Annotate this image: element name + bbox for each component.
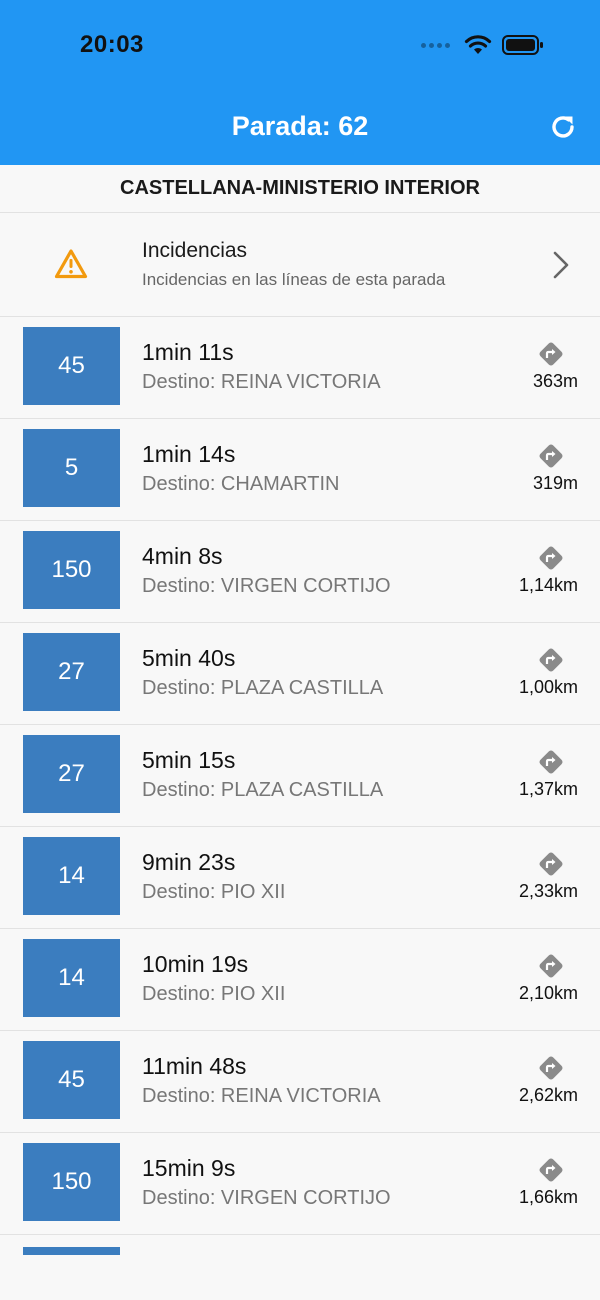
distance-block: 1,66km <box>498 1155 578 1208</box>
status-time: 20:03 <box>80 31 144 58</box>
arrival-row[interactable]: 150 4min 8s Destino: VIRGEN CORTIJO 1,14… <box>0 521 600 623</box>
stop-name: CASTELLANA-MINISTERIO INTERIOR <box>0 165 600 213</box>
chevron-right-icon <box>553 251 569 279</box>
refresh-icon <box>552 116 574 138</box>
directions-icon <box>539 1158 563 1182</box>
incidents-row[interactable]: Incidencias Incidencias en las líneas de… <box>0 213 600 317</box>
distance-text: 1,00km <box>518 677 578 697</box>
distance-block: 1,14km <box>498 543 578 596</box>
arrival-row[interactable]: 27 5min 40s Destino: PLAZA CASTILLA 1,00… <box>0 623 600 725</box>
distance-block: 2,33km <box>498 849 578 902</box>
line-badge: 14 <box>23 837 120 915</box>
directions-icon <box>539 750 563 774</box>
arrival-row[interactable]: 5 1min 14s Destino: CHAMARTIN 319m <box>0 419 600 521</box>
distance-text: 2,10km <box>518 983 578 1003</box>
arrival-time: 1min 14s <box>142 441 236 467</box>
distance-text: 1,66km <box>518 1187 578 1207</box>
arrivals-list: 45 1min 11s Destino: REINA VICTORIA 363m… <box>0 317 600 1255</box>
arrival-time: 1min 11s <box>142 339 234 365</box>
arrival-time: 9min 23s <box>142 849 236 875</box>
line-badge: 150 <box>23 1143 120 1221</box>
arrival-destination: Destino: REINA VICTORIA <box>142 1085 381 1107</box>
distance-text: 2,33km <box>518 881 578 901</box>
arrival-time: 10min 19s <box>142 951 249 977</box>
distance-block: 363m <box>498 339 578 392</box>
app-bar: Parada: 62 <box>0 88 600 165</box>
arrival-destination: Destino: REINA VICTORIA <box>142 371 381 393</box>
distance-block: 2,10km <box>498 951 578 1004</box>
line-badge: 14 <box>23 939 120 1017</box>
arrival-time: 4min 8s <box>142 543 223 569</box>
distance-text: 2,62km <box>518 1085 578 1105</box>
arrival-row[interactable]: 14 9min 23s Destino: PIO XII 2,33km <box>0 827 600 929</box>
directions-icon <box>539 852 563 876</box>
arrival-time: 5min 15s <box>142 747 236 773</box>
directions-icon <box>539 648 563 672</box>
arrival-row[interactable]: 150 15min 9s Destino: VIRGEN CORTIJO 1,6… <box>0 1133 600 1235</box>
line-badge <box>23 1247 120 1255</box>
wifi-icon <box>464 35 492 54</box>
line-badge: 27 <box>23 633 120 711</box>
arrival-destination: Destino: CHAMARTIN <box>142 473 340 495</box>
distance-block: 1,00km <box>498 645 578 698</box>
directions-icon <box>539 444 563 468</box>
distance-text: 1,14km <box>518 575 578 595</box>
arrival-destination: Destino: PLAZA CASTILLA <box>142 677 384 699</box>
arrival-time: 5min 40s <box>142 645 236 671</box>
directions-icon <box>539 954 563 978</box>
arrival-row[interactable]: 45 1min 11s Destino: REINA VICTORIA 363m <box>0 317 600 419</box>
warning-icon <box>54 249 88 279</box>
arrival-row-partial[interactable] <box>0 1235 600 1255</box>
arrival-destination: Destino: PLAZA CASTILLA <box>142 779 384 801</box>
distance-block: 1,37km <box>498 747 578 800</box>
distance-text: 319m <box>532 473 578 493</box>
distance-block: 2,62km <box>498 1053 578 1106</box>
directions-icon <box>539 546 563 570</box>
arrival-row[interactable]: 45 11min 48s Destino: REINA VICTORIA 2,6… <box>0 1031 600 1133</box>
arrival-destination: Destino: PIO XII <box>142 983 286 1005</box>
arrival-destination: Destino: VIRGEN CORTIJO <box>142 575 391 597</box>
arrival-row[interactable]: 14 10min 19s Destino: PIO XII 2,10km <box>0 929 600 1031</box>
line-badge: 45 <box>23 1041 120 1119</box>
refresh-button[interactable] <box>546 110 580 144</box>
incidents-subtitle: Incidencias en las líneas de esta parada <box>142 270 446 289</box>
line-badge: 150 <box>23 531 120 609</box>
arrival-row[interactable]: 27 5min 15s Destino: PLAZA CASTILLA 1,37… <box>0 725 600 827</box>
distance-text: 363m <box>532 371 578 391</box>
directions-icon <box>539 342 563 366</box>
distance-text: 1,37km <box>518 779 578 799</box>
status-icons <box>421 34 544 56</box>
arrival-time: 15min 9s <box>142 1155 236 1181</box>
cellular-signal-icon <box>421 42 450 48</box>
battery-icon <box>502 35 543 55</box>
line-badge: 45 <box>23 327 120 405</box>
incidents-title: Incidencias <box>142 239 248 262</box>
line-badge: 27 <box>23 735 120 813</box>
arrival-destination: Destino: VIRGEN CORTIJO <box>142 1187 391 1209</box>
line-badge: 5 <box>23 429 120 507</box>
arrival-time: 11min 48s <box>142 1053 247 1079</box>
distance-block: 319m <box>498 441 578 494</box>
arrival-destination: Destino: PIO XII <box>142 881 286 903</box>
directions-icon <box>539 1056 563 1080</box>
status-bar: 20:03 <box>0 0 600 88</box>
page-title: Parada: 62 <box>231 111 369 141</box>
